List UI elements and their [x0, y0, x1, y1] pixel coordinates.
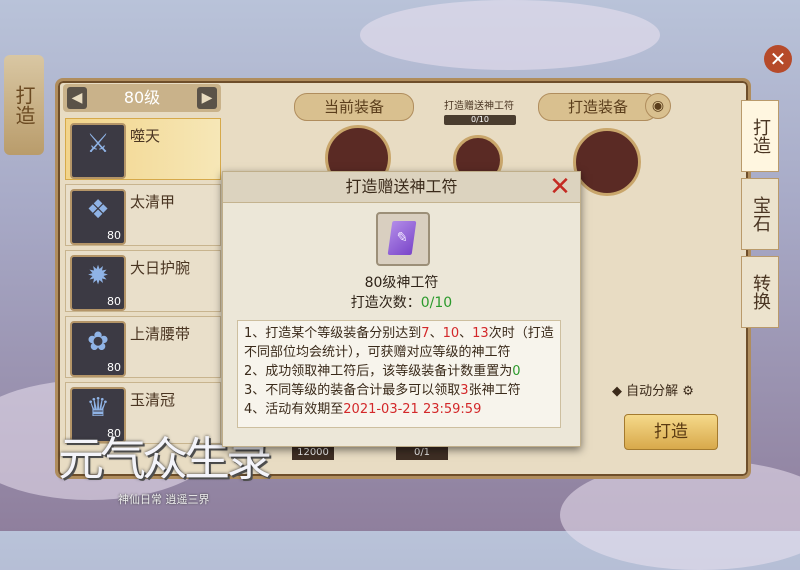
equipment-glyph: ⚔ [86, 129, 110, 159]
left-banner: 打造 [4, 55, 44, 155]
close-icon[interactable]: ✕ [546, 173, 574, 201]
rule-3: 3、不同等级的装备合计最多可以领取3张神工符 [244, 381, 554, 400]
forge-count-value: 0/10 [420, 295, 453, 311]
tab-current-equip[interactable]: 当前装备 [294, 93, 414, 121]
rule-number: 0 [512, 364, 521, 379]
equipment-icon: ✿ 80 [70, 321, 126, 377]
equipment-item[interactable]: ✹ 80 大日护腕 [65, 250, 221, 312]
talisman-reward-dialog: 打造赠送神工符 ✕ ✎ 80级神工符 打造次数：0/10 1、打造某个等级装备分… [222, 171, 581, 447]
auto-decompose-toggle[interactable]: ◆ 自动分解 ⚙ [612, 380, 694, 399]
count-value: 0/1 [396, 446, 448, 460]
tab-forge[interactable]: 打造 [741, 100, 779, 172]
next-level-button[interactable]: ▶ [197, 87, 217, 109]
equipment-name: 玉清冠 [130, 391, 176, 409]
logo-subtitle: 神仙日常 逍遥三界 [118, 493, 210, 506]
equipment-name: 太清甲 [130, 193, 176, 211]
equipment-list: ⚔ 噬天 ❖ 80 太清甲 ✹ 80 大日护腕 ✿ 80 上清腰带 ♛ 80 玉清冠 [65, 118, 221, 448]
equipment-icon: ✹ 80 [70, 255, 126, 311]
rule-number: 3 [460, 383, 469, 398]
rule-text: 4、活动有效期至 [244, 402, 344, 417]
talisman-icon: ✎ [387, 221, 417, 255]
rule-number: 13 [472, 326, 489, 341]
equipment-level: 80 [107, 295, 121, 308]
forge-count: 打造次数：0/10 [223, 292, 580, 312]
rule-1: 1、打造某个等级装备分别达到7、10、13次时（打造不同部位均会统计），可获赠对… [244, 324, 554, 362]
auto-decompose-label: 自动分解 [626, 384, 679, 399]
forge-equip-slot[interactable] [573, 128, 641, 196]
equipment-glyph: ✹ [87, 261, 109, 291]
tab-gem[interactable]: 宝石 [741, 178, 779, 250]
tab-forge-equip[interactable]: 打造装备 [538, 93, 658, 121]
rule-4: 4、活动有效期至2021-03-21 23:59:59 [244, 400, 554, 419]
equipment-name: 上清腰带 [130, 325, 191, 343]
rule-date: 2021-03-21 23:59:59 [343, 402, 482, 417]
forge-count-label: 打造次数： [350, 295, 421, 311]
tab-convert[interactable]: 转换 [741, 256, 779, 328]
rules-box: 1、打造某个等级装备分别达到7、10、13次时（打造不同部位均会统计），可获赠对… [237, 320, 561, 428]
rule-text: 3、不同等级的装备合计最多可以领取 [244, 383, 461, 398]
equipment-icon: ⚔ [70, 123, 126, 179]
background-cloud [360, 0, 660, 70]
equipment-icon: ❖ 80 [70, 189, 126, 245]
rule-text: 1、打造某个等级装备分别达到 [244, 326, 422, 341]
dialog-title: 打造赠送神工符 [223, 172, 580, 203]
equipment-name: 噬天 [130, 127, 161, 145]
close-icon[interactable]: ✕ [764, 45, 792, 73]
rule-text: 、 [429, 326, 443, 341]
progress-label: 打造赠送神工符 [444, 101, 514, 112]
level-selector: ◀ 80级 ▶ [63, 84, 221, 112]
equipment-item[interactable]: ⚔ 噬天 [65, 118, 221, 180]
rule-text: 张神工符 [468, 383, 521, 398]
talisman-name: 80级神工符 [364, 275, 439, 291]
rule-text: 、 [459, 326, 473, 341]
equipment-glyph: ❖ [86, 195, 110, 225]
rule-number: 7 [421, 326, 430, 341]
equipment-name: 大日护腕 [130, 259, 191, 277]
equipment-level: 80 [107, 229, 121, 242]
rule-2: 2、成功领取神工符后，该等级装备计数重置为0 [244, 362, 554, 381]
rule-text: 2、成功领取神工符后，该等级装备计数重置为 [244, 364, 513, 379]
equipment-item[interactable]: ❖ 80 太清甲 [65, 184, 221, 246]
level-label: 80级 [123, 88, 161, 107]
equipment-glyph: ✿ [87, 327, 109, 357]
equipment-level: 80 [107, 361, 121, 374]
progress-bar: 0/10 [444, 115, 516, 125]
equipment-item[interactable]: ✿ 80 上清腰带 [65, 316, 221, 378]
gear-icon[interactable]: ⚙ [682, 384, 694, 399]
forge-button[interactable]: 打造 [624, 414, 718, 450]
talisman-item[interactable]: ✎ [376, 212, 430, 266]
prev-level-button[interactable]: ◀ [67, 87, 87, 109]
rule-number: 10 [442, 326, 460, 341]
eye-icon[interactable]: ◉ [645, 93, 671, 119]
